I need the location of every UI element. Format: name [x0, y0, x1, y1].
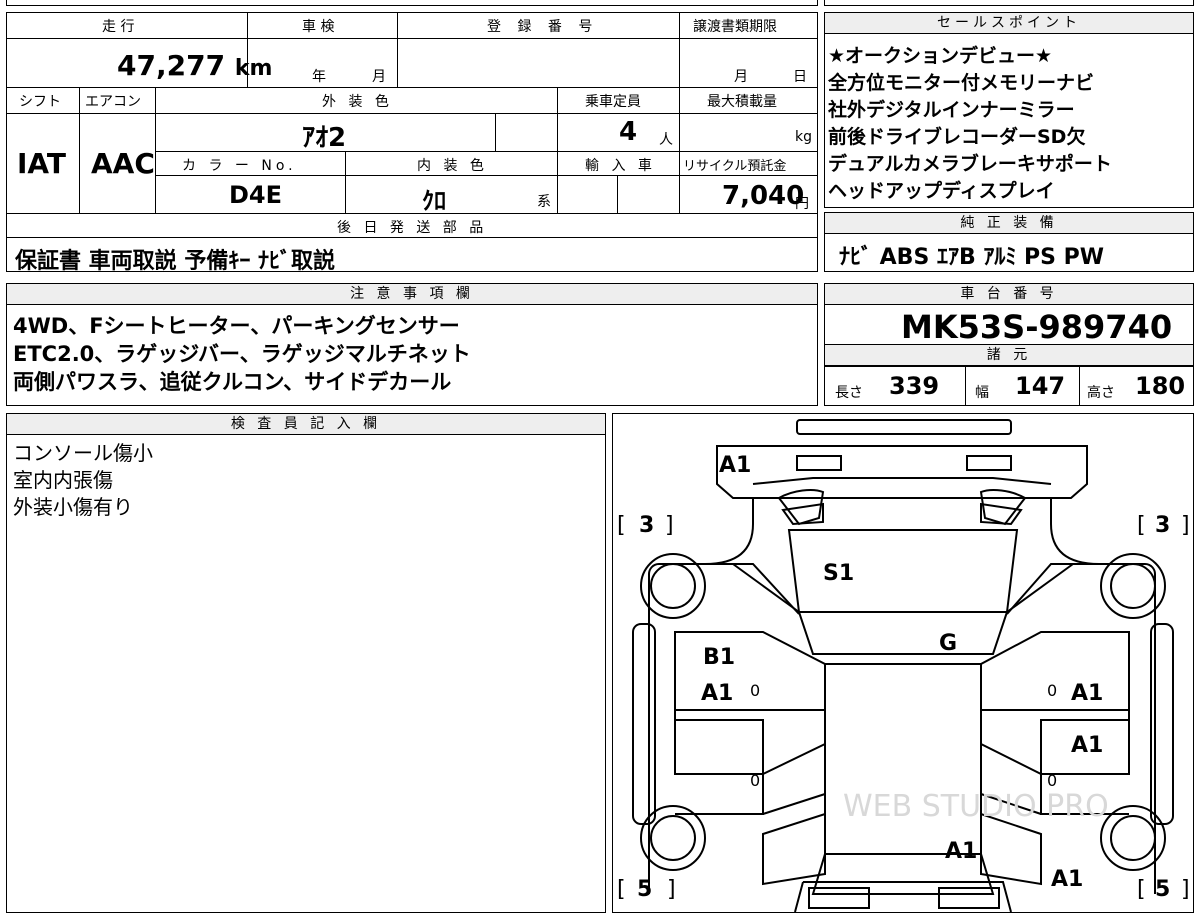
mark-hood-glass: G [939, 631, 957, 656]
width-label: 幅 [975, 385, 989, 401]
ac-value: AAC [91, 147, 155, 180]
door-zero-rr: 0 [1047, 771, 1057, 790]
mileage-label: 走 行 [102, 19, 135, 35]
height-label: 高さ [1087, 385, 1115, 401]
tire-front-right-bracket-close: ] [1181, 513, 1190, 538]
mileage-value: 47,277 km [117, 49, 272, 82]
genuine-equipment-panel: 純 正 装 備 ﾅﾋﾞ ABS ｴｱB ｱﾙﾐ PS PW [824, 212, 1194, 272]
tire-rear-left-value: 5 [637, 877, 652, 902]
capacity-label: 乗車定員 [585, 94, 641, 110]
mark-right-front-door: A1 [1071, 681, 1103, 706]
exterior-color-label: 外 装 色 [322, 94, 393, 110]
genuine-equipment-value: ﾅﾋﾞ ABS ｴｱB ｱﾙﾐ PS PW [839, 245, 1105, 270]
inspector-line: 室内内張傷 [13, 468, 113, 492]
mark-rear-right: A1 [1051, 867, 1083, 892]
inspector-line: 外装小傷有り [13, 495, 133, 519]
inspection-month: 月 [372, 69, 386, 85]
chassis-label: 車 台 番 号 [825, 284, 1193, 305]
tire-rear-right-value: 5 [1155, 877, 1170, 902]
registration-number-label: 登 録 番 号 [487, 19, 599, 35]
inspector-line: コンソール傷小 [13, 441, 153, 465]
later-parts-label: 後 日 発 送 部 品 [337, 220, 488, 236]
length-label: 長さ [835, 385, 863, 401]
max-load-unit: kg [795, 129, 812, 145]
mark-windshield: S1 [823, 561, 854, 586]
import-label: 輸 入 車 [585, 158, 656, 174]
mark-rear-center: A1 [945, 839, 977, 864]
interior-color-label: 内 装 色 [417, 158, 488, 174]
color-number-label: カ ラ ー No. [182, 158, 297, 174]
tire-rear-right: [ [1137, 877, 1146, 902]
sales-points-label: セールスポイント [825, 13, 1193, 34]
tire-rear-left-bracket-close: ] [667, 877, 676, 902]
sales-points-list: ★オークションデビュー★ 全方位モニター付メモリーナビ 社外デジタルインナーミラー前… [828, 43, 1112, 205]
vehicle-info-table: 走 行 車 検 登 録 番 号 譲渡書類期限 47,277 km 年 月 月 日… [6, 12, 818, 274]
interior-color-suffix: 系 [537, 194, 551, 210]
max-load-label: 最大積載量 [707, 94, 777, 110]
interior-color-value: ｸﾛ [422, 187, 446, 215]
car-diagram-panel: [ 3 ] [ 3 ] [ 5 ] [ 5 ] A1 S1 G B1 A1 A1… [612, 413, 1194, 913]
sales-points-line: ヘッドアップディスプレイ [828, 180, 1055, 202]
recycle-unit: 円 [795, 196, 809, 212]
exterior-color-value: ｱｵ2 [302, 123, 347, 153]
color-number-value: D4E [229, 181, 283, 209]
recycle-label: リサイクル預託金 [683, 159, 787, 174]
capacity-unit: 人 [659, 132, 673, 148]
inspection-label: 車 検 [302, 19, 335, 35]
door-zero-lr: 0 [750, 771, 760, 790]
sales-points-line: 社外デジタルインナーミラー [828, 99, 1075, 121]
ac-label: エアコン [85, 94, 141, 110]
mark-right-rear-door: A1 [1071, 733, 1103, 758]
height-value: 180 [1135, 372, 1186, 400]
transfer-day: 日 [793, 69, 807, 85]
mark-front-bumper: A1 [719, 453, 751, 478]
width-value: 147 [1015, 372, 1066, 400]
notes-line: 4WD、Fシートヒーター、パーキングセンサー [13, 314, 460, 338]
notes-line: 両側パワスラ、追従クルコン、サイドデカール [13, 370, 452, 394]
mileage-unit: km [234, 56, 273, 81]
tire-front-right-value: 3 [1155, 513, 1170, 538]
mileage-number: 47,277 [117, 49, 226, 82]
shift-value: IAT [17, 147, 67, 180]
genuine-equipment-label: 純 正 装 備 [825, 213, 1193, 234]
tire-front-right: [ [1137, 513, 1146, 538]
door-zero-rf: 0 [1047, 681, 1057, 700]
notes-label: 注 意 事 項 欄 [7, 284, 817, 305]
mark-left-front-door-a1: A1 [701, 681, 733, 706]
length-value: 339 [889, 372, 940, 400]
watermark: WEB STUDIO PRO [843, 789, 1109, 824]
tire-front-left-bracket-close: ] [665, 513, 674, 538]
tire-front-left: [ [617, 513, 626, 538]
spec-label: 諸 元 [825, 345, 1193, 366]
mark-left-front-door-b1: B1 [703, 645, 735, 670]
car-diagram: [ 3 ] [ 3 ] [ 5 ] [ 5 ] A1 S1 G B1 A1 A1… [617, 419, 1190, 912]
capacity-value: 4 [619, 117, 638, 147]
transfer-deadline-label: 譲渡書類期限 [693, 19, 777, 35]
top-strip-right [824, 0, 1194, 6]
sales-points-line: デュアルカメラブレーキサポート [828, 153, 1112, 175]
notes-panel: 注 意 事 項 欄 4WD、Fシートヒーター、パーキングセンサー ETC2.0、ラ… [6, 283, 818, 406]
door-zero-lf: 0 [750, 681, 760, 700]
sales-points-line: 前後ドライブレコーダーSD欠 [828, 126, 1086, 148]
sales-points-panel: セールスポイント ★オークションデビュー★ 全方位モニター付メモリーナビ 社外デジタ… [824, 12, 1194, 208]
shift-label: シフト [19, 94, 61, 110]
sales-points-line: 全方位モニター付メモリーナビ [828, 72, 1095, 94]
notes-list: 4WD、Fシートヒーター、パーキングセンサー ETC2.0、ラゲッジバー、ラゲッジ… [13, 312, 471, 396]
tire-rear-left: [ [617, 877, 626, 902]
notes-line: ETC2.0、ラゲッジバー、ラゲッジマルチネット [13, 342, 471, 366]
inspector-list: コンソール傷小 室内内張傷外装小傷有り [13, 440, 153, 521]
chassis-panel: 車 台 番 号 MK53S-989740 諸 元 長さ 339 幅 147 高さ… [824, 283, 1194, 406]
tire-rear-right-bracket-close: ] [1181, 877, 1190, 902]
inspector-label: 検 査 員 記 入 欄 [7, 414, 605, 435]
tire-front-left-value: 3 [639, 513, 654, 538]
inspection-year: 年 [312, 69, 326, 85]
transfer-month: 月 [734, 69, 748, 85]
chassis-number: MK53S-989740 [901, 308, 1173, 346]
top-strip [6, 0, 818, 6]
sales-points-line: ★オークションデビュー★ [828, 45, 1053, 67]
later-parts-value: 保証書 車両取説 予備ｷｰ ﾅﾋﾞ取説 [15, 249, 335, 274]
inspector-panel: 検 査 員 記 入 欄 コンソール傷小 室内内張傷外装小傷有り [6, 413, 606, 913]
recycle-value: 7,040 [722, 181, 805, 211]
